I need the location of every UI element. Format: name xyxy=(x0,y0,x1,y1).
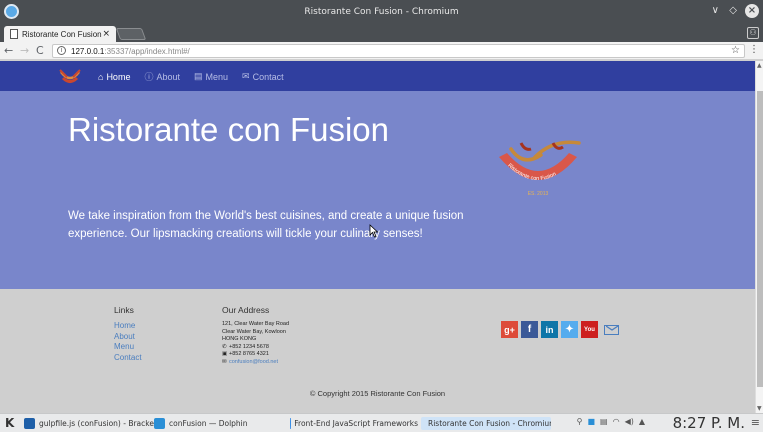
tray-expand-icon[interactable]: ▲ xyxy=(639,417,645,426)
hero-heading: Ristorante con Fusion xyxy=(68,111,389,148)
mouse-cursor-icon xyxy=(369,224,379,238)
site-footer: Links Home About Menu Contact Our Addres… xyxy=(0,289,755,413)
panel-menu-icon[interactable]: ≡ xyxy=(751,416,760,429)
restaurant-logo-icon: Ristorante con Fusion ES. 2013 xyxy=(499,140,581,197)
youtube-icon[interactable]: You xyxy=(581,321,598,338)
address-bar[interactable]: i 127.0.0.1:35337/app/index.html#/ ☆ xyxy=(52,44,745,58)
scroll-down-icon[interactable]: ▼ xyxy=(757,405,762,412)
links-heading: Links xyxy=(114,305,134,315)
email-link[interactable]: confusion@food.net xyxy=(229,359,278,365)
address-heading: Our Address xyxy=(222,305,270,315)
list-icon: ▤ xyxy=(194,71,203,81)
taskbar: K gulpfile.js (conFusion) - Brackets con… xyxy=(0,413,763,432)
forward-icon[interactable]: → xyxy=(20,44,29,57)
address-line: 121, Clear Water Bay Road xyxy=(222,321,290,327)
task-frontend[interactable]: Front-End JavaScript Frameworks xyxy=(290,417,418,430)
envelope-icon: ✉ xyxy=(242,71,250,81)
volume-icon[interactable]: ◀) xyxy=(625,417,634,426)
footer-link-home[interactable]: Home xyxy=(114,321,142,332)
back-icon[interactable]: ← xyxy=(4,44,13,57)
address-line: Clear Water Bay, Kowloon xyxy=(222,328,286,335)
page-icon xyxy=(10,29,18,39)
tab-strip: Ristorante Con Fusion × ⚇ xyxy=(0,24,763,42)
address-line: HONG KONG xyxy=(222,336,257,342)
copyright: © Copyright 2015 Ristorante Con Fusion xyxy=(309,389,446,398)
google-plus-icon[interactable]: g+ xyxy=(501,321,518,338)
task-chromium[interactable]: Ristorante Con Fusion - Chromium xyxy=(421,417,551,430)
nav-contact[interactable]: ✉ Contact xyxy=(242,70,284,83)
footer-address: Our Address 121, Clear Water Bay Road Cl… xyxy=(222,305,289,366)
browser-menu-icon[interactable]: ⋮ xyxy=(749,44,759,55)
new-tab-button[interactable] xyxy=(115,28,147,40)
fax-icon: ▣ xyxy=(222,351,228,357)
email-line: ✉ confusion@food.net xyxy=(222,359,289,367)
search-icon[interactable]: ⚲ xyxy=(577,417,583,426)
page-viewport: ⌂ Home ⓘ About ▤ Menu ✉ Contact Ristorante c… xyxy=(0,61,755,413)
window-close-icon[interactable]: × xyxy=(745,4,759,18)
maximize-icon[interactable]: ◇ xyxy=(729,5,737,16)
nav-about[interactable]: ⓘ About xyxy=(144,70,180,83)
clipboard-icon[interactable]: ▤ xyxy=(600,417,608,426)
scroll-up-icon[interactable]: ▲ xyxy=(757,62,762,69)
scrollbar-thumb[interactable] xyxy=(757,91,763,387)
phone-icon: ✆ xyxy=(222,343,227,350)
page-scrollbar[interactable]: ▲ ▼ xyxy=(755,61,763,413)
system-tray: ⚲ ■ ▤ ◠ ◀) ▲ xyxy=(577,417,645,426)
browser-toolbar: ← → C i 127.0.0.1:35337/app/index.html#/… xyxy=(0,42,763,60)
brackets-icon xyxy=(24,418,35,429)
tab-close-icon[interactable]: × xyxy=(102,29,110,39)
window-titlebar: Ristorante Con Fusion - Chromium ∨ ◇ × xyxy=(0,0,763,24)
task-dolphin[interactable]: conFusion — Dolphin xyxy=(154,417,248,430)
url-text[interactable]: 127.0.0.1:35337/app/index.html#/ xyxy=(71,47,190,56)
info-icon[interactable]: i xyxy=(57,46,66,55)
nav-menu[interactable]: ▤ Menu xyxy=(194,70,228,83)
nav-home[interactable]: ⌂ Home xyxy=(98,70,130,83)
footer-link-contact[interactable]: Contact xyxy=(114,353,142,364)
footer-links: Links Home About Menu Contact xyxy=(114,305,142,363)
minimize-icon[interactable]: ∨ xyxy=(712,5,719,16)
dropbox-icon[interactable]: ■ xyxy=(587,417,595,426)
footer-link-about[interactable]: About xyxy=(114,332,142,343)
home-icon: ⌂ xyxy=(98,71,104,82)
hero-text: We take inspiration from the World's bes… xyxy=(68,210,464,240)
mail-icon[interactable] xyxy=(604,324,619,335)
window-title: Ristorante Con Fusion - Chromium xyxy=(304,7,459,17)
info-icon: ⓘ xyxy=(144,72,154,82)
logo-est: ES. 2013 xyxy=(528,191,549,197)
tab-ristorante[interactable]: Ristorante Con Fusion × xyxy=(4,26,116,42)
footer-link-menu[interactable]: Menu xyxy=(114,342,142,353)
clock[interactable]: 8:27 P. M. xyxy=(673,414,745,432)
reload-icon[interactable]: C xyxy=(36,44,44,57)
brand-logo-icon[interactable] xyxy=(58,66,82,86)
wifi-icon[interactable]: ◠ xyxy=(613,417,620,426)
kde-menu-icon[interactable]: K xyxy=(5,416,14,430)
mail-icon: ✉ xyxy=(222,358,227,365)
folder-icon xyxy=(154,418,165,429)
site-navbar: ⌂ Home ⓘ About ▤ Menu ✉ Contact xyxy=(0,61,755,91)
bookmark-star-icon[interactable]: ☆ xyxy=(731,45,740,56)
twitter-icon[interactable]: ✦ xyxy=(561,321,578,338)
jumbotron: Ristorante con Fusion Ristorante con Fus… xyxy=(0,91,755,289)
profile-icon[interactable]: ⚇ xyxy=(747,27,759,39)
facebook-icon[interactable]: f xyxy=(521,321,538,338)
nav-links: ⌂ Home ⓘ About ▤ Menu ✉ Contact xyxy=(98,70,284,83)
phone-line: ✆ +852 1234 5678 xyxy=(222,343,269,350)
task-brackets[interactable]: gulpfile.js (conFusion) - Brackets xyxy=(24,417,161,430)
linkedin-icon[interactable]: in xyxy=(541,321,558,338)
social-links: g+ f in ✦ You xyxy=(501,321,619,338)
fax-line: ▣ +852 8765 4321 xyxy=(222,351,269,357)
tab-label: Ristorante Con Fusion xyxy=(22,30,102,39)
